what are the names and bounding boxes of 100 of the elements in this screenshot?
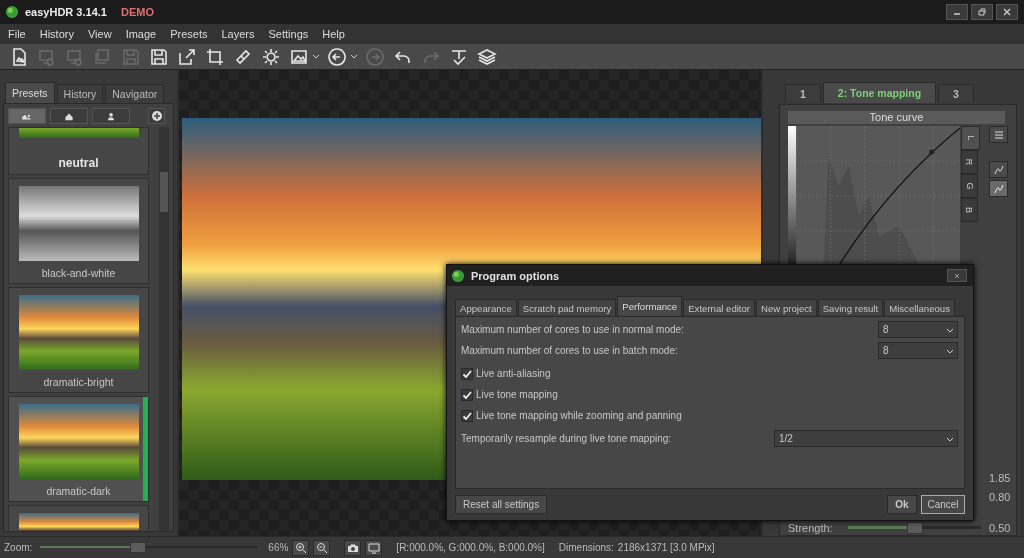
camera-button[interactable] xyxy=(344,539,362,556)
list-icon xyxy=(992,128,1005,141)
dialog-tab[interactable]: Saving result xyxy=(817,299,884,317)
panel-tab[interactable]: Navigator xyxy=(105,84,165,103)
preset-card[interactable]: dramatic-dark xyxy=(8,396,149,502)
menu-item[interactable]: View xyxy=(87,28,112,40)
strength-label: Strength: xyxy=(788,521,834,534)
menu-item[interactable]: Presets xyxy=(170,28,208,40)
preset-card[interactable]: neutral xyxy=(8,127,149,175)
preset-card[interactable]: black-and-white xyxy=(8,178,149,284)
slider-thumb[interactable] xyxy=(130,542,147,553)
crop-icon xyxy=(205,46,225,67)
save-icon xyxy=(149,46,169,67)
export-icon xyxy=(177,46,197,67)
settings-icon xyxy=(261,46,281,67)
toolbar-button[interactable] xyxy=(326,45,348,68)
checkbox-label: Live tone mapping xyxy=(476,389,558,401)
pixel-readout: [R:000.0%, G:000.0%, B:000.0%] xyxy=(396,542,545,553)
checkbox[interactable] xyxy=(461,367,473,380)
setting-label: Temporarily resample during live tone mapping: xyxy=(461,433,672,445)
curve-icon xyxy=(992,163,1005,176)
panel-tab[interactable]: 2: Tone mapping xyxy=(822,82,937,103)
value-label: 0.80 xyxy=(989,490,1011,505)
list-button[interactable] xyxy=(989,126,1008,143)
scrollbar[interactable] xyxy=(159,127,169,531)
close-button[interactable] xyxy=(996,4,1018,20)
checkmark-icon xyxy=(462,410,472,421)
curve-button[interactable] xyxy=(989,180,1008,197)
checkbox-label: Live tone mapping while zooming and panning xyxy=(476,410,682,422)
cancel-button[interactable]: Cancel xyxy=(921,495,965,514)
channel-tab[interactable]: B xyxy=(961,198,978,222)
app-logo-icon xyxy=(451,268,465,283)
zoom-in-icon xyxy=(294,541,307,554)
caret-icon[interactable] xyxy=(350,52,358,61)
section-header: Tone curve xyxy=(788,111,1005,124)
slider-thumb[interactable] xyxy=(906,521,923,534)
minimize-button[interactable] xyxy=(946,4,968,20)
filter-button[interactable] xyxy=(8,108,46,124)
save-icon xyxy=(121,46,141,67)
curve-button[interactable] xyxy=(989,161,1008,178)
setting-label: Maximum number of cores to use in batch mode: xyxy=(461,345,678,357)
zoom-value: 66% xyxy=(268,542,289,553)
preset-name: dramatic-dark xyxy=(46,485,111,497)
menu-item[interactable]: Image xyxy=(125,28,157,40)
tone-curve-chart[interactable] xyxy=(788,126,960,266)
layers-icon xyxy=(477,46,497,67)
filter-button[interactable] xyxy=(92,108,130,124)
channel-tab[interactable]: L xyxy=(961,126,980,150)
preset-card[interactable]: dramatic-bright xyxy=(8,287,149,393)
dropdown[interactable]: 8 xyxy=(878,342,958,360)
reset-button[interactable]: Reset all settings xyxy=(455,495,548,514)
panel-tab[interactable]: 3 xyxy=(938,84,974,102)
panel-tab[interactable]: History xyxy=(56,84,104,103)
menu-item[interactable]: Help xyxy=(322,28,345,40)
menu-item[interactable]: Layers xyxy=(221,28,255,40)
menu-item[interactable]: Settings xyxy=(268,28,309,40)
restore-button[interactable] xyxy=(971,4,993,20)
filter-button[interactable] xyxy=(50,108,88,124)
dropdown[interactable]: 8 xyxy=(878,321,958,339)
checkbox[interactable] xyxy=(461,409,473,422)
zoom-out-icon xyxy=(315,541,328,554)
preset-name: dramatic-bright xyxy=(43,376,114,388)
preset-name: black-and-white xyxy=(41,267,116,279)
close-icon xyxy=(1002,7,1012,17)
channel-tab[interactable]: G xyxy=(961,174,978,198)
menu-item[interactable]: File xyxy=(8,28,26,40)
add-preset-button[interactable] xyxy=(148,108,165,124)
dialog-tab[interactable]: Scratch pad memory xyxy=(517,299,617,317)
dialog-tab[interactable]: Appearance xyxy=(455,299,517,317)
checkmark-icon xyxy=(462,389,472,400)
dialog-tab[interactable]: New project xyxy=(756,299,817,317)
close-button[interactable] xyxy=(947,269,967,283)
value-label: 1.85 xyxy=(989,471,1011,486)
window-title: easyHDR 3.14.1 xyxy=(25,6,107,18)
panel-tab[interactable]: 1 xyxy=(785,84,821,102)
checkbox-label: Live anti-aliasing xyxy=(476,368,551,380)
preset-name: neutral xyxy=(58,156,99,170)
curve-icon xyxy=(992,182,1005,195)
strength-value: 0.50 xyxy=(989,521,1011,534)
monitor-icon xyxy=(367,541,380,554)
back-arrow-icon xyxy=(327,46,347,67)
zoom-in-button[interactable] xyxy=(292,539,310,556)
dropdown[interactable]: 1/2 xyxy=(774,430,958,448)
dialog-tab[interactable]: External editor xyxy=(683,299,756,317)
app-logo-icon xyxy=(5,5,19,19)
monitor-button[interactable] xyxy=(365,539,383,556)
ok-button[interactable]: Ok xyxy=(887,495,917,514)
menu-item[interactable]: History xyxy=(39,28,74,40)
checkbox[interactable] xyxy=(461,388,473,401)
dialog-tab[interactable]: Miscellaneous xyxy=(884,299,955,317)
panel-tab[interactable]: Presets xyxy=(5,82,55,103)
zoom-label: Zoom: xyxy=(4,542,33,553)
restore-icon xyxy=(977,7,987,17)
channel-tab[interactable]: R xyxy=(961,150,978,174)
caret-icon[interactable] xyxy=(312,52,320,61)
dimensions-value: 2186x1371 [3.0 MPix] xyxy=(617,542,715,553)
dimensions-label: Dimensions: xyxy=(558,542,614,553)
dialog-tab[interactable]: Performance xyxy=(617,296,683,317)
zoom-out-button[interactable] xyxy=(313,539,331,556)
checkmark-icon xyxy=(462,368,472,379)
